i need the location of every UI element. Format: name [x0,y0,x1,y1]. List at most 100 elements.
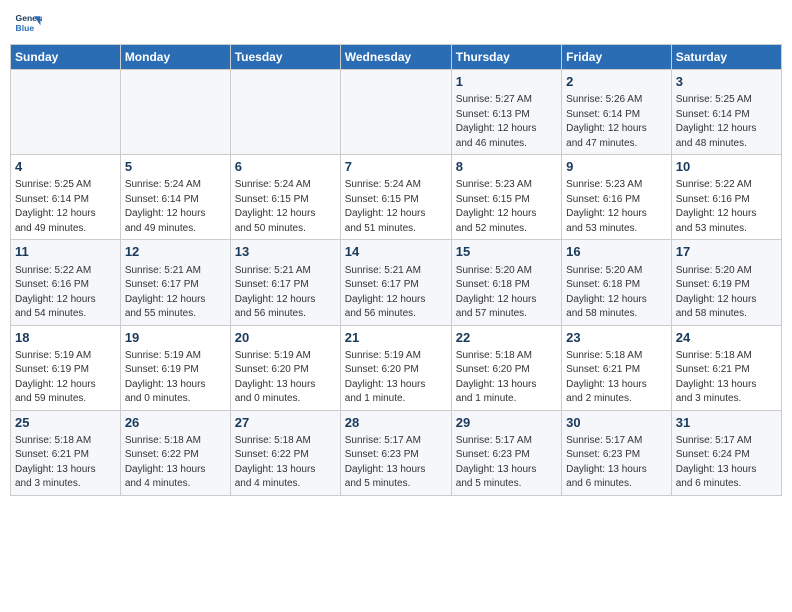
day-info: Sunrise: 5:17 AM Sunset: 6:23 PM Dayligh… [345,434,447,492]
calendar-cell: 29 Sunrise: 5:17 AM Sunset: 6:23 PM Dayli… [451,410,561,495]
calendar-cell: 14 Sunrise: 5:21 AM Sunset: 6:17 PM Dayli… [340,240,451,325]
day-number: 1 [456,73,557,91]
day-number: 13 [235,243,336,261]
day-number: 15 [456,243,557,261]
calendar-cell: 22 Sunrise: 5:18 AM Sunset: 6:20 PM Dayli… [451,325,561,410]
day-number: 5 [125,158,226,176]
calendar-cell: 28 Sunrise: 5:17 AM Sunset: 6:23 PM Dayli… [340,410,451,495]
day-info: Sunrise: 5:22 AM Sunset: 6:16 PM Dayligh… [15,264,116,322]
day-info: Sunrise: 5:18 AM Sunset: 6:22 PM Dayligh… [235,434,336,492]
day-number: 18 [15,329,116,347]
calendar-cell: 24Sunrise: 5:18 AM Sunset: 6:21 PM Dayli… [671,325,781,410]
day-number: 3 [676,73,777,91]
calendar-cell: 7 Sunrise: 5:24 AM Sunset: 6:15 PM Daylig… [340,155,451,240]
header-thursday: Thursday [451,45,561,70]
calendar-cell [120,70,230,155]
day-info: Sunrise: 5:24 AM Sunset: 6:14 PM Dayligh… [125,178,226,236]
day-number: 2 [566,73,667,91]
calendar-week-5: 25Sunrise: 5:18 AM Sunset: 6:21 PM Dayli… [11,410,782,495]
day-info: Sunrise: 5:21 AM Sunset: 6:17 PM Dayligh… [235,264,336,322]
calendar-cell [340,70,451,155]
header-tuesday: Tuesday [230,45,340,70]
day-number: 16 [566,243,667,261]
calendar-week-2: 4 Sunrise: 5:25 AM Sunset: 6:14 PM Daylig… [11,155,782,240]
calendar-cell: 23Sunrise: 5:18 AM Sunset: 6:21 PM Dayli… [562,325,672,410]
calendar-cell: 18 Sunrise: 5:19 AM Sunset: 6:19 PM Dayli… [11,325,121,410]
day-info: Sunrise: 5:20 AM Sunset: 6:18 PM Dayligh… [456,264,557,322]
header-friday: Friday [562,45,672,70]
calendar-cell: 20 Sunrise: 5:19 AM Sunset: 6:20 PM Dayli… [230,325,340,410]
day-number: 21 [345,329,447,347]
day-number: 28 [345,414,447,432]
day-number: 24 [676,329,777,347]
day-info: Sunrise: 5:26 AM Sunset: 6:14 PM Dayligh… [566,93,667,151]
calendar-cell: 8 Sunrise: 5:23 AM Sunset: 6:15 PM Daylig… [451,155,561,240]
day-info: Sunrise: 5:19 AM Sunset: 6:20 PM Dayligh… [345,349,447,407]
day-info: Sunrise: 5:22 AM Sunset: 6:16 PM Dayligh… [676,178,777,236]
header: General Blue [10,10,782,38]
calendar-cell: 4 Sunrise: 5:25 AM Sunset: 6:14 PM Daylig… [11,155,121,240]
calendar-header-row: SundayMondayTuesdayWednesdayThursdayFrid… [11,45,782,70]
day-info: Sunrise: 5:17 AM Sunset: 6:23 PM Dayligh… [566,434,667,492]
calendar-cell [230,70,340,155]
logo-icon: General Blue [14,10,42,38]
calendar-cell: 31 Sunrise: 5:17 AM Sunset: 6:24 PM Dayli… [671,410,781,495]
header-wednesday: Wednesday [340,45,451,70]
day-info: Sunrise: 5:19 AM Sunset: 6:19 PM Dayligh… [15,349,116,407]
day-number: 8 [456,158,557,176]
calendar-cell: 19 Sunrise: 5:19 AM Sunset: 6:19 PM Dayli… [120,325,230,410]
day-info: Sunrise: 5:17 AM Sunset: 6:23 PM Dayligh… [456,434,557,492]
day-info: Sunrise: 5:20 AM Sunset: 6:19 PM Dayligh… [676,264,777,322]
day-info: Sunrise: 5:19 AM Sunset: 6:20 PM Dayligh… [235,349,336,407]
day-info: Sunrise: 5:19 AM Sunset: 6:19 PM Dayligh… [125,349,226,407]
day-number: 7 [345,158,447,176]
day-number: 29 [456,414,557,432]
calendar-week-4: 18 Sunrise: 5:19 AM Sunset: 6:19 PM Dayli… [11,325,782,410]
calendar-week-1: 1 Sunrise: 5:27 AM Sunset: 6:13 PM Daylig… [11,70,782,155]
day-info: Sunrise: 5:24 AM Sunset: 6:15 PM Dayligh… [345,178,447,236]
day-number: 12 [125,243,226,261]
calendar-cell: 9 Sunrise: 5:23 AM Sunset: 6:16 PM Daylig… [562,155,672,240]
day-info: Sunrise: 5:17 AM Sunset: 6:24 PM Dayligh… [676,434,777,492]
calendar-cell: 27Sunrise: 5:18 AM Sunset: 6:22 PM Dayli… [230,410,340,495]
svg-text:Blue: Blue [16,23,35,33]
day-number: 4 [15,158,116,176]
day-number: 26 [125,414,226,432]
calendar-cell [11,70,121,155]
day-number: 23 [566,329,667,347]
day-number: 17 [676,243,777,261]
day-number: 19 [125,329,226,347]
calendar-cell: 30Sunrise: 5:17 AM Sunset: 6:23 PM Dayli… [562,410,672,495]
header-monday: Monday [120,45,230,70]
day-info: Sunrise: 5:21 AM Sunset: 6:17 PM Dayligh… [345,264,447,322]
calendar-cell: 1 Sunrise: 5:27 AM Sunset: 6:13 PM Daylig… [451,70,561,155]
calendar-cell: 2 Sunrise: 5:26 AM Sunset: 6:14 PM Daylig… [562,70,672,155]
header-sunday: Sunday [11,45,121,70]
calendar-cell: 12 Sunrise: 5:21 AM Sunset: 6:17 PM Dayli… [120,240,230,325]
calendar-cell: 21 Sunrise: 5:19 AM Sunset: 6:20 PM Dayli… [340,325,451,410]
day-info: Sunrise: 5:25 AM Sunset: 6:14 PM Dayligh… [15,178,116,236]
day-info: Sunrise: 5:27 AM Sunset: 6:13 PM Dayligh… [456,93,557,151]
day-info: Sunrise: 5:23 AM Sunset: 6:16 PM Dayligh… [566,178,667,236]
calendar-cell: 3Sunrise: 5:25 AM Sunset: 6:14 PM Daylig… [671,70,781,155]
day-info: Sunrise: 5:21 AM Sunset: 6:17 PM Dayligh… [125,264,226,322]
calendar-cell: 5 Sunrise: 5:24 AM Sunset: 6:14 PM Daylig… [120,155,230,240]
day-number: 31 [676,414,777,432]
calendar-cell: 13 Sunrise: 5:21 AM Sunset: 6:17 PM Dayli… [230,240,340,325]
day-number: 14 [345,243,447,261]
calendar-cell: 11 Sunrise: 5:22 AM Sunset: 6:16 PM Dayli… [11,240,121,325]
day-number: 25 [15,414,116,432]
day-info: Sunrise: 5:18 AM Sunset: 6:20 PM Dayligh… [456,349,557,407]
calendar-cell: 26Sunrise: 5:18 AM Sunset: 6:22 PM Dayli… [120,410,230,495]
day-number: 11 [15,243,116,261]
calendar-table: SundayMondayTuesdayWednesdayThursdayFrid… [10,44,782,496]
header-saturday: Saturday [671,45,781,70]
day-number: 9 [566,158,667,176]
day-info: Sunrise: 5:24 AM Sunset: 6:15 PM Dayligh… [235,178,336,236]
day-number: 22 [456,329,557,347]
day-info: Sunrise: 5:23 AM Sunset: 6:15 PM Dayligh… [456,178,557,236]
calendar-week-3: 11 Sunrise: 5:22 AM Sunset: 6:16 PM Dayli… [11,240,782,325]
calendar-cell: 25Sunrise: 5:18 AM Sunset: 6:21 PM Dayli… [11,410,121,495]
calendar-cell: 16Sunrise: 5:20 AM Sunset: 6:18 PM Dayli… [562,240,672,325]
day-number: 20 [235,329,336,347]
